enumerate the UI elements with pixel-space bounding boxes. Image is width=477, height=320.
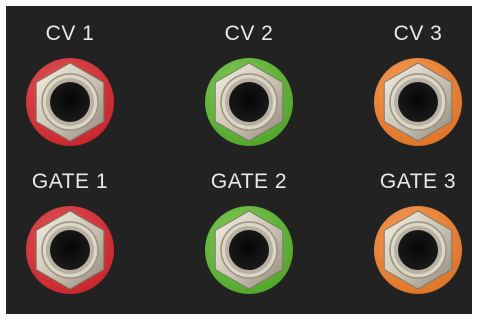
jack-hole <box>50 230 90 270</box>
io-panel: CV 1 CV 2 CV 3 GATE 1 GATE 2 GATE 3 <box>6 6 472 314</box>
jack-socket-gate-3[interactable] <box>372 204 464 296</box>
jack-socket-gate-1[interactable] <box>24 204 116 296</box>
jack-hole <box>229 82 269 122</box>
jack-label-gate-2: GATE 2 <box>210 170 288 193</box>
jack-socket-icon <box>374 206 462 294</box>
jack-gate-2: GATE 2 <box>189 170 309 310</box>
jack-label-gate-1: GATE 1 <box>31 170 109 193</box>
jack-label-cv-3: CV 3 <box>393 22 443 45</box>
jack-hole <box>398 82 438 122</box>
jack-socket-cv-2[interactable] <box>203 56 295 148</box>
jack-gate-3: GATE 3 <box>358 170 477 310</box>
jack-socket-icon <box>374 58 462 146</box>
jack-cv-1: CV 1 <box>10 22 130 162</box>
jack-label-cv-1: CV 1 <box>45 22 95 45</box>
jack-label-cv-2: CV 2 <box>224 22 274 45</box>
jack-grid: CV 1 CV 2 CV 3 GATE 1 GATE 2 GATE 3 <box>6 6 472 314</box>
jack-gate-1: GATE 1 <box>10 170 130 310</box>
jack-hole <box>50 82 90 122</box>
jack-socket-cv-1[interactable] <box>24 56 116 148</box>
jack-socket-icon <box>205 58 293 146</box>
jack-hole <box>229 230 269 270</box>
jack-socket-icon <box>26 206 114 294</box>
jack-hole <box>398 230 438 270</box>
jack-socket-icon <box>26 58 114 146</box>
jack-cv-3: CV 3 <box>358 22 477 162</box>
jack-cv-2: CV 2 <box>189 22 309 162</box>
jack-socket-gate-2[interactable] <box>203 204 295 296</box>
jack-socket-icon <box>205 206 293 294</box>
jack-label-gate-3: GATE 3 <box>379 170 457 193</box>
jack-socket-cv-3[interactable] <box>372 56 464 148</box>
